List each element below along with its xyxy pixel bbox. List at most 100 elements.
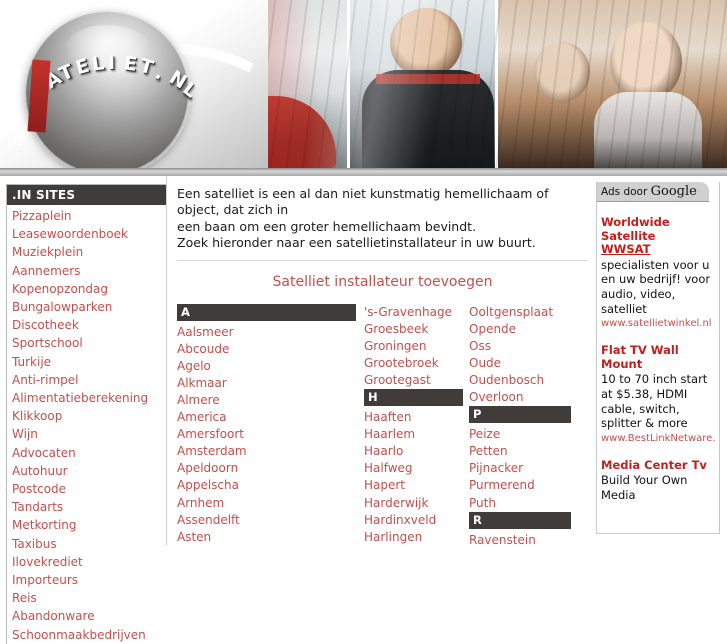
city-row: Haaften [364, 409, 469, 426]
sidebar-link-pizzaplein[interactable]: Pizzaplein [12, 209, 72, 223]
city-row: Asten [177, 529, 364, 546]
city-link-haarlem[interactable]: Haarlem [364, 427, 415, 441]
ad-url[interactable]: www.BestLinkNetware.. [601, 432, 715, 445]
sidebar-link-taxibus[interactable]: Taxibus [12, 537, 57, 551]
sidebar-link-leasewoordenboek[interactable]: Leasewoordenboek [12, 227, 128, 241]
city-link-haaften[interactable]: Haaften [364, 410, 411, 424]
col-1: A Aalsmeer Abcoude Agelo Alkmaar Almere Americ… [177, 303, 364, 549]
sidebar-item: Kopenopzondag [12, 280, 167, 298]
ad-item[interactable]: Flat TV Wall Mount 10 to 70 inch start at… [601, 343, 715, 445]
sidebar-item: Tandarts [12, 498, 167, 516]
city-row: Agelo [177, 358, 364, 375]
ad-title[interactable]: Worldwide Satellite WWSAT [601, 215, 715, 257]
sidebar-link-schoonmaakbedrijven[interactable]: Schoonmaakbedrijven [12, 628, 146, 642]
city-link-asten[interactable]: Asten [177, 530, 211, 544]
ad-title[interactable]: Flat TV Wall Mount [601, 343, 715, 371]
sidebar-item: Postcode [12, 480, 167, 498]
city-row: Almere [177, 392, 364, 409]
city-link-oudenbosch[interactable]: Oudenbosch [469, 373, 544, 387]
sidebar-link-tandarts[interactable]: Tandarts [12, 500, 63, 514]
ad-url[interactable]: www.satellietwinkel.nl [601, 317, 715, 330]
ad-item[interactable]: Worldwide Satellite WWSAT specialisten voo… [601, 215, 715, 330]
banner-face-3 [390, 8, 463, 78]
city-link-groesbeek[interactable]: Groesbeek [364, 322, 428, 336]
sidebar-item: Autohuur [12, 462, 167, 480]
city-link-aalsmeer[interactable]: Aalsmeer [177, 325, 234, 339]
add-installer-link[interactable]: Satelliet installateur toevoegen [177, 274, 588, 290]
sidebar-link-ilovekrediet[interactable]: Ilovekrediet [12, 555, 83, 569]
city-link-harlingen[interactable]: Harlingen [364, 530, 422, 544]
city-link-groningen[interactable]: Groningen [364, 339, 426, 353]
city-link-amsterdam[interactable]: Amsterdam [177, 444, 247, 458]
sidebar-item: Muziekplein [12, 243, 167, 261]
city-link-pijnacker[interactable]: Pijnacker [469, 461, 523, 475]
city-link-alkmaar[interactable]: Alkmaar [177, 376, 227, 390]
city-link-hardinxveld[interactable]: Hardinxveld [364, 513, 436, 527]
city-row: Hardinxveld [364, 512, 469, 529]
ad-body: 10 to 70 inch start at $5.38, HDMI cable… [601, 372, 708, 431]
city-link-haarlo[interactable]: Haarlo [364, 444, 403, 458]
city-link-ooltgensplaat[interactable]: Ooltgensplaat [469, 305, 553, 319]
city-link-assendelft[interactable]: Assendelft [177, 513, 240, 527]
ad-title-line-1: Flat TV Wall Mount [601, 343, 679, 371]
sidebar-link-sportschool[interactable]: Sportschool [12, 336, 83, 350]
sidebar-link-wijn[interactable]: Wijn [12, 427, 38, 441]
city-link-oude[interactable]: Oude [469, 356, 501, 370]
city-link-oss[interactable]: Oss [469, 339, 491, 353]
city-link-grootebroek[interactable]: Grootebroek [364, 356, 439, 370]
ad-item[interactable]: Media Center Tv Build Your Own Media [601, 458, 715, 503]
sidebar-link-abandonware[interactable]: Abandonware [12, 609, 95, 623]
logo-letter: L [90, 52, 106, 76]
city-link-agelo[interactable]: Agelo [177, 359, 211, 373]
sidebar-link-reis[interactable]: Reis [12, 591, 37, 605]
city-link--s-gravenhage[interactable]: 's-Gravenhage [364, 305, 452, 319]
city-link-grootegast[interactable]: Grootegast [364, 373, 431, 387]
city-row: Haarlem [364, 426, 469, 443]
city-row: Apeldoorn [177, 460, 364, 477]
city-link-almere[interactable]: Almere [177, 393, 220, 407]
sidebar-link-importeurs[interactable]: Importeurs [12, 573, 78, 587]
letter-header-R: R [469, 511, 571, 529]
sidebar-link-discotheek[interactable]: Discotheek [12, 318, 79, 332]
city-link-amersfoort[interactable]: Amersfoort [177, 427, 244, 441]
city-link-opende[interactable]: Opende [469, 322, 516, 336]
city-link-harderwijk[interactable]: Harderwijk [364, 496, 428, 510]
city-link-puth[interactable]: Puth [469, 496, 496, 510]
city-link-halfweg[interactable]: Halfweg [364, 461, 413, 475]
page-content: .IN SITES Pizzaplein Leasewoordenboek Muzi… [0, 176, 727, 644]
city-link-peize[interactable]: Peize [469, 427, 500, 441]
banner-bottom-bevel [0, 168, 727, 176]
sidebar-item: Metkorting [12, 516, 167, 534]
city-link-overloon[interactable]: Overloon [469, 390, 524, 404]
city-link-purmerend[interactable]: Purmerend [469, 478, 535, 492]
sidebar-link-klikkoop[interactable]: Klikkoop [12, 409, 62, 423]
sidebar-link-alimentatieberekening[interactable]: Alimentatieberekening [12, 391, 148, 405]
ad-title[interactable]: Media Center Tv [601, 458, 715, 473]
sidebar-link-anti-rimpel[interactable]: Anti-rimpel [12, 373, 78, 387]
city-link-abcoude[interactable]: Abcoude [177, 342, 229, 356]
sidebar-link-turkije[interactable]: Turkije [12, 355, 51, 369]
city-row: Appelscha [177, 477, 364, 494]
city-row: Harlingen [364, 529, 469, 546]
sidebar-item: Sportschool [12, 334, 167, 352]
sidebar-link-advocaten[interactable]: Advocaten [12, 446, 76, 460]
sidebar-link-aannemers[interactable]: Aannemers [12, 264, 80, 278]
city-link-apeldoorn[interactable]: Apeldoorn [177, 461, 238, 475]
city-link-america[interactable]: America [177, 410, 227, 424]
sidebar-link-autohuur[interactable]: Autohuur [12, 464, 68, 478]
city-link-hapert[interactable]: Hapert [364, 478, 405, 492]
city-link-arnhem[interactable]: Arnhem [177, 496, 224, 510]
sidebar-link-kopenopzondag[interactable]: Kopenopzondag [12, 282, 108, 296]
city-link-appelscha[interactable]: Appelscha [177, 478, 239, 492]
sidebar-link-muziekplein[interactable]: Muziekplein [12, 245, 83, 259]
sidebar-item: Pizzaplein [12, 207, 167, 225]
sidebar-item: Klikkoop [12, 407, 167, 425]
intro-line-1: Een satelliet is een al dan niet kunstma… [177, 186, 549, 218]
sidebar-link-postcode[interactable]: Postcode [12, 482, 66, 496]
sidebar-link-bungalowparken[interactable]: Bungalowparken [12, 300, 112, 314]
sidebar-item: Leasewoordenboek [12, 225, 167, 243]
city-link-petten[interactable]: Petten [469, 444, 508, 458]
city-row: Grootebroek [364, 355, 469, 372]
sidebar-link-metkorting[interactable]: Metkorting [12, 518, 77, 532]
sidebar-item: Schoonmaakbedrijven [12, 626, 167, 644]
